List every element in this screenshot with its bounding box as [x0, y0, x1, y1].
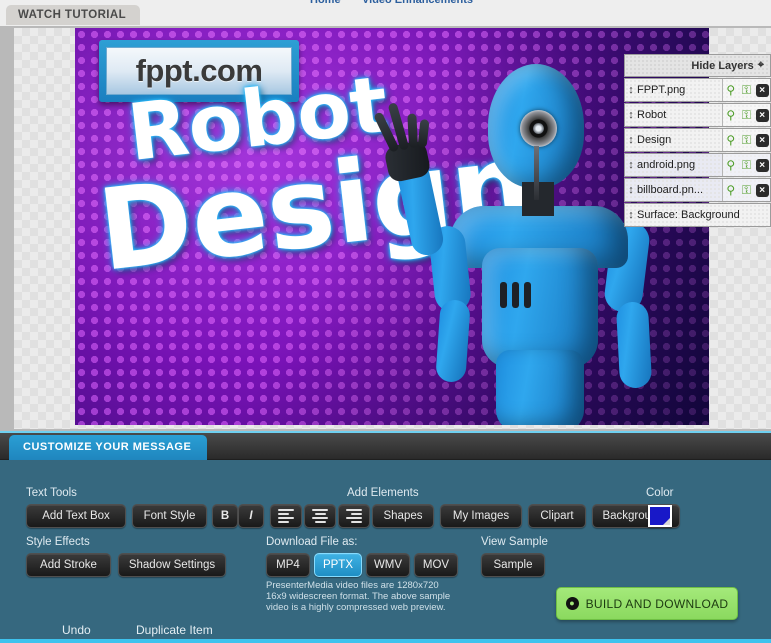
- eye-icon[interactable]: ⚲: [724, 83, 737, 97]
- layers-panel: Hide Layers ⌖ ↕ FPPT.png ⚲ ⚿ × ↕ Robot ⚲…: [624, 54, 771, 227]
- align-center-button[interactable]: [304, 504, 336, 528]
- drag-handle-icon[interactable]: ↕: [625, 209, 637, 221]
- clipart-button[interactable]: Clipart: [528, 504, 586, 528]
- artwork-composition[interactable]: fppt.com Robot Design: [75, 28, 709, 425]
- lock-icon[interactable]: ⚿: [740, 183, 753, 197]
- layer-actions: ⚲ ⚿ ×: [722, 154, 770, 176]
- layer-actions: ⚲ ⚿ ×: [722, 104, 770, 126]
- robot-finger-3: [407, 113, 419, 148]
- billboard-text: fppt.com: [135, 53, 263, 88]
- layer-name: Surface: Background: [637, 209, 740, 221]
- robot-vent-2: [512, 282, 519, 308]
- format-mov-button[interactable]: MOV: [414, 553, 458, 577]
- close-icon[interactable]: ×: [755, 158, 769, 172]
- add-text-box-button[interactable]: Add Text Box: [26, 504, 126, 528]
- layer-row[interactable]: ↕ Robot ⚲ ⚿ ×: [624, 103, 771, 127]
- customize-panel: CUSTOMIZE YOUR MESSAGE Text Tools Add Te…: [0, 431, 771, 643]
- layer-actions: ⚲ ⚿ ×: [722, 129, 770, 151]
- undo-link[interactable]: Undo: [62, 623, 91, 637]
- align-left-button[interactable]: [270, 504, 302, 528]
- panel-tab-strip: CUSTOMIZE YOUR MESSAGE: [0, 433, 771, 460]
- hide-layers-label: Hide Layers: [691, 59, 754, 72]
- layer-name: android.png: [637, 159, 696, 171]
- robot-left-forearm: [435, 299, 471, 383]
- tutorial-tab-bar: WATCH TUTORIAL: [0, 5, 771, 27]
- layer-row[interactable]: ↕ FPPT.png ⚲ ⚿ ×: [624, 78, 771, 102]
- drag-handle-icon[interactable]: ↕: [625, 84, 637, 96]
- layer-row[interactable]: ↕ Design ⚲ ⚿ ×: [624, 128, 771, 152]
- lock-icon[interactable]: ⚿: [740, 133, 753, 147]
- view-sample-label: View Sample: [481, 536, 548, 548]
- align-right-button[interactable]: [338, 504, 370, 528]
- lock-icon[interactable]: ⚿: [740, 108, 753, 122]
- layers-panel-header[interactable]: Hide Layers ⌖: [624, 54, 771, 77]
- format-mp4-button[interactable]: MP4: [266, 553, 310, 577]
- sample-button[interactable]: Sample: [481, 553, 545, 577]
- drag-handle-icon[interactable]: ↕: [625, 134, 637, 146]
- billboard-layer[interactable]: fppt.com: [99, 40, 299, 102]
- robot-finger-4: [417, 119, 430, 148]
- layer-name: FPPT.png: [637, 84, 686, 96]
- eye-icon[interactable]: ⚲: [724, 108, 737, 122]
- color-label: Color: [646, 487, 674, 499]
- pin-icon[interactable]: ⌖: [758, 59, 764, 72]
- robot-eye-icon: [520, 110, 557, 147]
- billboard-inner: fppt.com: [106, 47, 292, 95]
- eye-icon[interactable]: ⚲: [724, 133, 737, 147]
- layer-row[interactable]: ↕ billboard.pn... ⚲ ⚿ ×: [624, 178, 771, 202]
- layer-actions: ⚲ ⚿ ×: [722, 179, 770, 201]
- layer-row[interactable]: ↕ android.png ⚲ ⚿ ×: [624, 153, 771, 177]
- lock-icon[interactable]: ⚿: [740, 158, 753, 172]
- close-icon[interactable]: ×: [755, 83, 769, 97]
- footer-accent-bar: [0, 639, 771, 643]
- eye-icon[interactable]: ⚲: [724, 183, 737, 197]
- drag-handle-icon[interactable]: ↕: [625, 109, 637, 121]
- format-pptx-button[interactable]: PPTX: [314, 553, 362, 577]
- close-icon[interactable]: ×: [755, 133, 769, 147]
- robot-vent-3: [524, 282, 531, 308]
- bold-button[interactable]: B: [212, 504, 238, 528]
- add-elements-label: Add Elements: [347, 487, 419, 499]
- build-and-download-label: BUILD AND DOWNLOAD: [585, 596, 729, 611]
- font-style-button[interactable]: Font Style: [132, 504, 207, 528]
- close-icon[interactable]: ×: [755, 183, 769, 197]
- robot-vent-1: [500, 282, 507, 308]
- align-right-icon: [346, 509, 362, 523]
- layer-row[interactable]: ↕ Surface: Background: [624, 203, 771, 227]
- italic-button[interactable]: I: [238, 504, 264, 528]
- drag-handle-icon[interactable]: ↕: [625, 159, 637, 171]
- add-stroke-button[interactable]: Add Stroke: [26, 553, 111, 577]
- robot-right-forearm: [615, 301, 653, 389]
- watch-tutorial-tab[interactable]: WATCH TUTORIAL: [6, 5, 141, 25]
- color-swatch[interactable]: [648, 505, 672, 527]
- layer-name: billboard.pn...: [637, 184, 704, 196]
- format-wmv-button[interactable]: WMV: [366, 553, 410, 577]
- shadow-settings-button[interactable]: Shadow Settings: [118, 553, 226, 577]
- text-tools-label: Text Tools: [26, 487, 77, 499]
- download-note: PresenterMedia video files are 1280x720 …: [266, 580, 451, 613]
- lock-icon[interactable]: ⚿: [740, 83, 753, 97]
- layer-actions: ⚲ ⚿ ×: [722, 79, 770, 101]
- align-left-icon: [278, 509, 294, 523]
- layer-name: Design: [637, 134, 672, 146]
- style-effects-label: Style Effects: [26, 536, 90, 548]
- close-icon[interactable]: ×: [755, 108, 769, 122]
- tab-customize-your-message[interactable]: CUSTOMIZE YOUR MESSAGE: [9, 435, 208, 460]
- drag-handle-icon[interactable]: ↕: [625, 184, 637, 196]
- my-images-button[interactable]: My Images: [440, 504, 522, 528]
- build-and-download-button[interactable]: ● BUILD AND DOWNLOAD: [556, 587, 738, 620]
- robot-abdomen: [496, 350, 584, 425]
- download-icon: ●: [565, 597, 579, 610]
- shapes-button[interactable]: Shapes: [372, 504, 434, 528]
- duplicate-item-link[interactable]: Duplicate Item: [136, 623, 213, 637]
- color-swatch-fill: [650, 507, 670, 525]
- app-root: Home Video Enhancements WATCH TUTORIAL f…: [0, 0, 771, 643]
- canvas-area: fppt.com Robot Design Hide Layers ⌖ ↕ FP…: [0, 26, 771, 431]
- layer-name: Robot: [637, 109, 667, 121]
- download-file-as-label: Download File as:: [266, 536, 358, 548]
- align-center-icon: [312, 509, 328, 523]
- robot-neck-rod: [534, 146, 539, 200]
- eye-icon[interactable]: ⚲: [724, 158, 737, 172]
